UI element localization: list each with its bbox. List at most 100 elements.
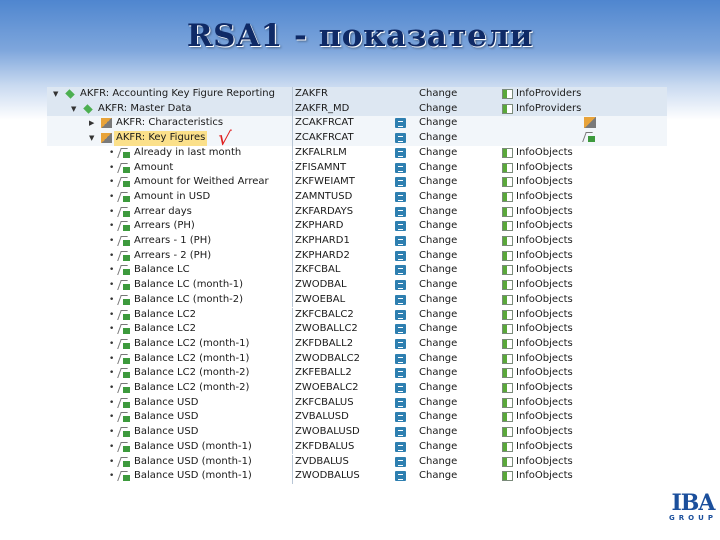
change-link[interactable]: Change [419,205,457,220]
node-label[interactable]: Balance LC [132,263,192,278]
tree-row[interactable]: • Balance USD (month-1) ZVDBALUS Change Info… [47,454,667,470]
node-label[interactable]: Balance USD (month-1) [132,469,254,484]
tree-row[interactable]: • Arrears - 2 (PH) ZKPHARD2 Change InfoObjec… [47,248,667,264]
display-icon[interactable] [395,309,406,320]
node-label[interactable]: Arrears (PH) [132,219,197,234]
change-link[interactable]: Change [419,366,457,381]
tree-row[interactable]: • Balance LC2 (month-2) ZKFEBALL2 Change Inf… [47,366,667,381]
node-label[interactable]: AKFR: Accounting Key Figure Reporting [78,87,277,102]
tree-row[interactable]: • Balance LC ZKFCBAL Change InfoObjects [47,263,667,279]
change-link[interactable]: Change [419,352,457,367]
tree-row[interactable]: ▶ AKFR: Characteristics ZCAKFRCAT Change [47,116,667,132]
tree-row[interactable]: ▼ AKFR: Master Data ZAKFR_MD Change InfoProv… [47,101,667,118]
tree-row[interactable]: ▼ AKFR: Key Figures ZCAKFRCAT Change [47,131,667,146]
tree-row[interactable]: • Balance USD (month-1) ZWODBALUS Change Inf… [47,469,667,484]
tree-row[interactable]: • Balance USD (month-1) ZKFDBALUS Change Inf… [47,439,667,455]
node-label[interactable]: Balance LC (month-1) [132,278,245,293]
tree-row[interactable]: • Amount in USD ZAMNTUSD Change InfoObjects [47,189,667,205]
display-icon[interactable] [395,236,406,246]
change-link[interactable]: Change [419,190,457,205]
display-icon[interactable] [395,294,406,305]
node-label[interactable]: Balance LC2 (month-2) [132,366,251,381]
display-icon[interactable] [395,324,406,335]
tree-row[interactable]: • Balance LC (month-2) ZWOEBAL Change InfoOb… [47,292,667,308]
node-label[interactable]: Amount [132,161,175,176]
change-link[interactable]: Change [419,396,457,411]
display-icon[interactable] [395,441,406,452]
change-link[interactable]: Change [419,440,457,455]
display-icon[interactable] [395,338,406,349]
change-link[interactable]: Change [419,175,457,190]
node-label[interactable]: Amount in USD [132,190,212,205]
tree-row[interactable]: • Balance USD ZVBALUSD Change InfoObjects [47,410,667,426]
display-icon[interactable] [395,397,406,408]
node-label[interactable]: Balance LC2 [132,322,198,337]
change-link[interactable]: Change [419,278,457,293]
change-link[interactable]: Change [419,410,457,425]
expand-down-icon[interactable]: ▼ [71,102,76,117]
tree-row[interactable]: • Balance LC2 ZWOBALLC2 Change InfoObjects [47,322,667,337]
change-link[interactable]: Change [419,469,457,484]
change-link[interactable]: Change [419,161,457,176]
node-label[interactable]: Arrears - 2 (PH) [132,249,213,264]
tree-row[interactable]: ▼ AKFR: Accounting Key Figure Reporting ZA… [47,87,667,103]
display-icon[interactable] [395,471,406,482]
change-link[interactable]: Change [419,146,457,161]
expand-down-icon[interactable]: ▼ [53,87,58,102]
display-icon[interactable] [395,280,406,291]
node-label[interactable]: Balance LC2 (month-1) [132,352,251,367]
change-link[interactable]: Change [419,263,457,278]
display-icon[interactable] [395,383,406,393]
change-link[interactable]: Change [419,234,457,249]
change-link[interactable]: Change [419,381,457,396]
node-label[interactable]: Balance USD (month-1) [132,440,254,455]
node-label[interactable]: AKFR: Characteristics [114,116,225,131]
change-link[interactable]: Change [419,337,457,352]
display-icon[interactable] [395,162,406,173]
tree-row[interactable]: • Amount for Weithed Arrear ZKFWEIAMT Chang… [47,175,667,190]
tree-row[interactable]: • Amount ZFISAMNT Change InfoObjects [47,160,667,176]
tree-row[interactable]: • Balance LC2 (month-1) ZKFDBALL2 Change Inf… [47,336,667,352]
node-label[interactable]: Amount for Weithed Arrear [132,175,271,190]
display-icon[interactable] [395,456,406,467]
change-link[interactable]: Change [419,116,457,131]
display-icon[interactable] [395,191,406,202]
display-icon[interactable] [395,147,406,158]
tree-row[interactable]: • Balance USD ZWOBALUSD Change InfoObjects [47,425,667,440]
change-link[interactable]: Change [419,131,457,146]
display-icon[interactable] [395,118,406,129]
tree-row[interactable]: • Arrears - 1 (PH) ZKPHARD1 Change InfoObjec… [47,234,667,249]
display-icon[interactable] [395,221,406,232]
expand-right-icon[interactable]: ▶ [89,116,94,131]
change-link[interactable]: Change [419,293,457,308]
change-link[interactable]: Change [419,455,457,470]
change-link[interactable]: Change [419,425,457,440]
change-link[interactable]: Change [419,322,457,337]
tree-row[interactable]: • Balance USD ZKFCBALUS Change InfoObjects [47,395,667,411]
node-label[interactable]: Balance USD [132,410,200,425]
change-link[interactable]: Change [419,308,457,323]
tree-row[interactable]: • Arrears (PH) ZKPHARD Change InfoObjects [47,219,667,234]
tree-row[interactable]: • Already in last month ZKFALRLM Change Info… [47,145,667,161]
display-icon[interactable] [395,412,406,423]
node-label[interactable]: AKFR: Key Figures [114,131,208,146]
node-label[interactable]: Arrears - 1 (PH) [132,234,213,249]
node-label[interactable]: Balance LC (month-2) [132,293,245,308]
node-label[interactable]: Balance LC2 (month-1) [132,337,251,352]
display-icon[interactable] [395,265,406,276]
node-label[interactable]: Balance USD [132,396,200,411]
display-icon[interactable] [395,368,406,379]
change-link[interactable]: Change [419,102,457,117]
node-label[interactable]: Balance USD [132,425,200,440]
tree-row[interactable]: • Balance LC (month-1) ZWODBAL Change InfoOb… [47,278,667,293]
display-icon[interactable] [395,206,406,217]
change-link[interactable]: Change [419,219,457,234]
change-link[interactable]: Change [419,249,457,264]
display-icon[interactable] [395,133,406,144]
display-icon[interactable] [395,177,406,188]
display-icon[interactable] [395,250,406,261]
display-icon[interactable] [395,427,406,438]
node-label[interactable]: Arrear days [132,205,194,220]
node-label[interactable]: Balance USD (month-1) [132,455,254,470]
node-label[interactable]: Balance LC2 (month-2) [132,381,251,396]
